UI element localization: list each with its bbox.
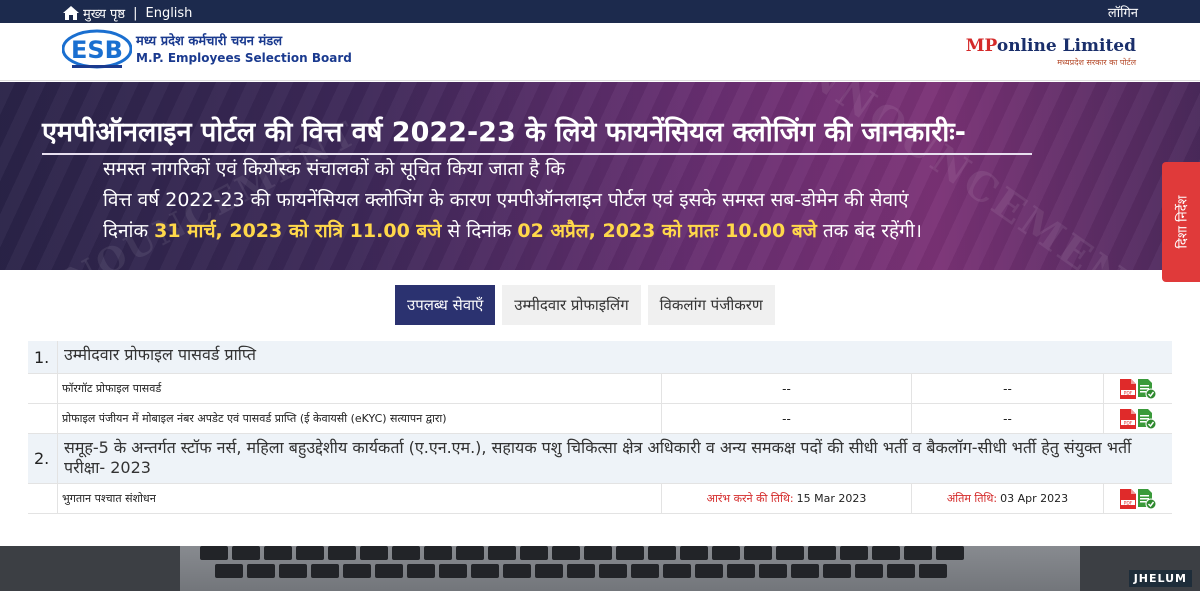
tab-available-services[interactable]: उपलब्ध सेवाएँ bbox=[395, 285, 496, 325]
banner-message: समस्त नागरिकों एवं कियोस्क संचालकों को स… bbox=[103, 154, 922, 247]
service-name[interactable]: फॉरगॉट प्रोफाइल पासवर्ड bbox=[57, 374, 661, 403]
lang-separator: | bbox=[133, 5, 138, 21]
start-date: -- bbox=[661, 374, 911, 403]
section-number: 2. bbox=[34, 449, 50, 468]
banner-title: एमपीऑनलाइन पोर्टल की वित्त वर्ष 2022-23 … bbox=[42, 112, 1032, 155]
svg-text:PDF: PDF bbox=[1124, 390, 1133, 396]
english-link[interactable]: English bbox=[145, 6, 192, 21]
site-header: ESB मध्य प्रदेश कर्मचारी चयन मंडल M.P. E… bbox=[0, 23, 1200, 81]
table-row: फॉरगॉट प्रोफाइल पासवर्ड -- -- PDF bbox=[28, 374, 1172, 404]
pdf-icon[interactable]: PDF bbox=[1120, 378, 1136, 399]
svg-text:PDF: PDF bbox=[1124, 420, 1133, 426]
footer-image: JHELUM bbox=[0, 546, 1200, 591]
guidelines-side-tab-label: दिशा निर्देश bbox=[1175, 195, 1190, 249]
svg-text:PDF: PDF bbox=[1124, 500, 1133, 506]
start-date-value: 15 Mar 2023 bbox=[796, 492, 867, 505]
pdf-icon[interactable]: PDF bbox=[1120, 488, 1136, 509]
tab-disabled-registration[interactable]: विकलांग पंजीकरण bbox=[647, 285, 775, 325]
banner-closing-end: 02 अप्रैल, 2023 को प्रातः 10.00 बजे bbox=[517, 220, 817, 242]
start-date-label: आरंभ करने की तिथि: bbox=[706, 492, 794, 505]
esb-logo[interactable]: ESB मध्य प्रदेश कर्मचारी चयन मंडल M.P. E… bbox=[62, 29, 352, 71]
section-row: 1. उम्मीदवार प्रोफाइल पासवर्ड प्राप्ति bbox=[28, 341, 1172, 374]
banner-closing-start: 31 मार्च, 2023 को रात्रि 11.00 बजे bbox=[154, 220, 442, 242]
service-tabs: उपलब्ध सेवाएँ उम्मीदवार प्रोफाइलिंग विकल… bbox=[395, 285, 775, 325]
banner-line-1: समस्त नागरिकों एवं कियोस्क संचालकों को स… bbox=[103, 158, 565, 180]
guidelines-side-tab[interactable]: दिशा निर्देश bbox=[1162, 162, 1200, 282]
top-bar: मुख्य पृष्ठ | English लॉगिन bbox=[0, 0, 1200, 23]
esb-name-english: M.P. Employees Selection Board bbox=[136, 51, 352, 65]
service-name[interactable]: भुगतान पश्चात संशोधन bbox=[57, 484, 661, 513]
mponline-brand-rest: online Limited bbox=[996, 36, 1136, 56]
end-date: -- bbox=[911, 374, 1103, 403]
verified-document-icon[interactable] bbox=[1138, 378, 1156, 399]
pdf-icon[interactable]: PDF bbox=[1120, 408, 1136, 429]
banner-line-3: दिनांक 31 मार्च, 2023 को रात्रि 11.00 बज… bbox=[103, 220, 922, 242]
start-date: आरंभ करने की तिथि: 15 Mar 2023 bbox=[661, 484, 911, 513]
jhelum-watermark: JHELUM bbox=[1128, 570, 1192, 587]
mponline-logo[interactable]: MPonline Limited मध्यप्रदेश सरकार का पोर… bbox=[966, 36, 1136, 68]
home-label[interactable]: मुख्य पृष्ठ bbox=[83, 4, 125, 22]
table-row: प्रोफाइल पंजीयन में मोबाइल नंबर अपडेट एव… bbox=[28, 404, 1172, 434]
mponline-brand-mp: MP bbox=[965, 36, 997, 56]
section-title: उम्मीदवार प्रोफाइल पासवर्ड प्राप्ति bbox=[57, 341, 1172, 373]
svg-text:ESB: ESB bbox=[71, 36, 123, 64]
start-date: -- bbox=[661, 404, 911, 433]
esb-name-hindi: मध्य प्रदेश कर्मचारी चयन मंडल bbox=[136, 34, 283, 49]
home-link[interactable]: मुख्य पृष्ठ | English bbox=[63, 4, 192, 22]
section-title: समूह-5 के अन्तर्गत स्टॉफ नर्स, महिला बहु… bbox=[57, 434, 1172, 483]
esb-emblem-icon: ESB bbox=[62, 29, 132, 69]
login-link[interactable]: लॉगिन bbox=[1108, 3, 1138, 21]
announcement-banner: ANNOUNCEMENT ANNOUNCEMENT एमपीऑनलाइन पोर… bbox=[0, 82, 1200, 270]
verified-document-icon[interactable] bbox=[1138, 488, 1156, 509]
end-date-label: अंतिम तिथि: bbox=[946, 492, 998, 505]
end-date: -- bbox=[911, 404, 1103, 433]
services-table: 1. उम्मीदवार प्रोफाइल पासवर्ड प्राप्ति फ… bbox=[28, 341, 1172, 514]
home-icon bbox=[63, 6, 79, 20]
table-row: भुगतान पश्चात संशोधन आरंभ करने की तिथि: 1… bbox=[28, 484, 1172, 514]
verified-document-icon[interactable] bbox=[1138, 408, 1156, 429]
end-date: अंतिम तिथि: 03 Apr 2023 bbox=[911, 484, 1103, 513]
banner-line-2: वित्त वर्ष 2022-23 की फायनेंसियल क्लोजिं… bbox=[103, 189, 909, 211]
section-row: 2. समूह-5 के अन्तर्गत स्टॉफ नर्स, महिला … bbox=[28, 434, 1172, 484]
end-date-value: 03 Apr 2023 bbox=[1000, 492, 1069, 505]
tab-candidate-profiling[interactable]: उम्मीदवार प्रोफाइलिंग bbox=[502, 285, 641, 325]
mponline-tagline: मध्यप्रदेश सरकार का पोर्टल bbox=[1057, 58, 1136, 67]
section-number: 1. bbox=[34, 347, 50, 367]
service-name[interactable]: प्रोफाइल पंजीयन में मोबाइल नंबर अपडेट एव… bbox=[57, 404, 661, 433]
